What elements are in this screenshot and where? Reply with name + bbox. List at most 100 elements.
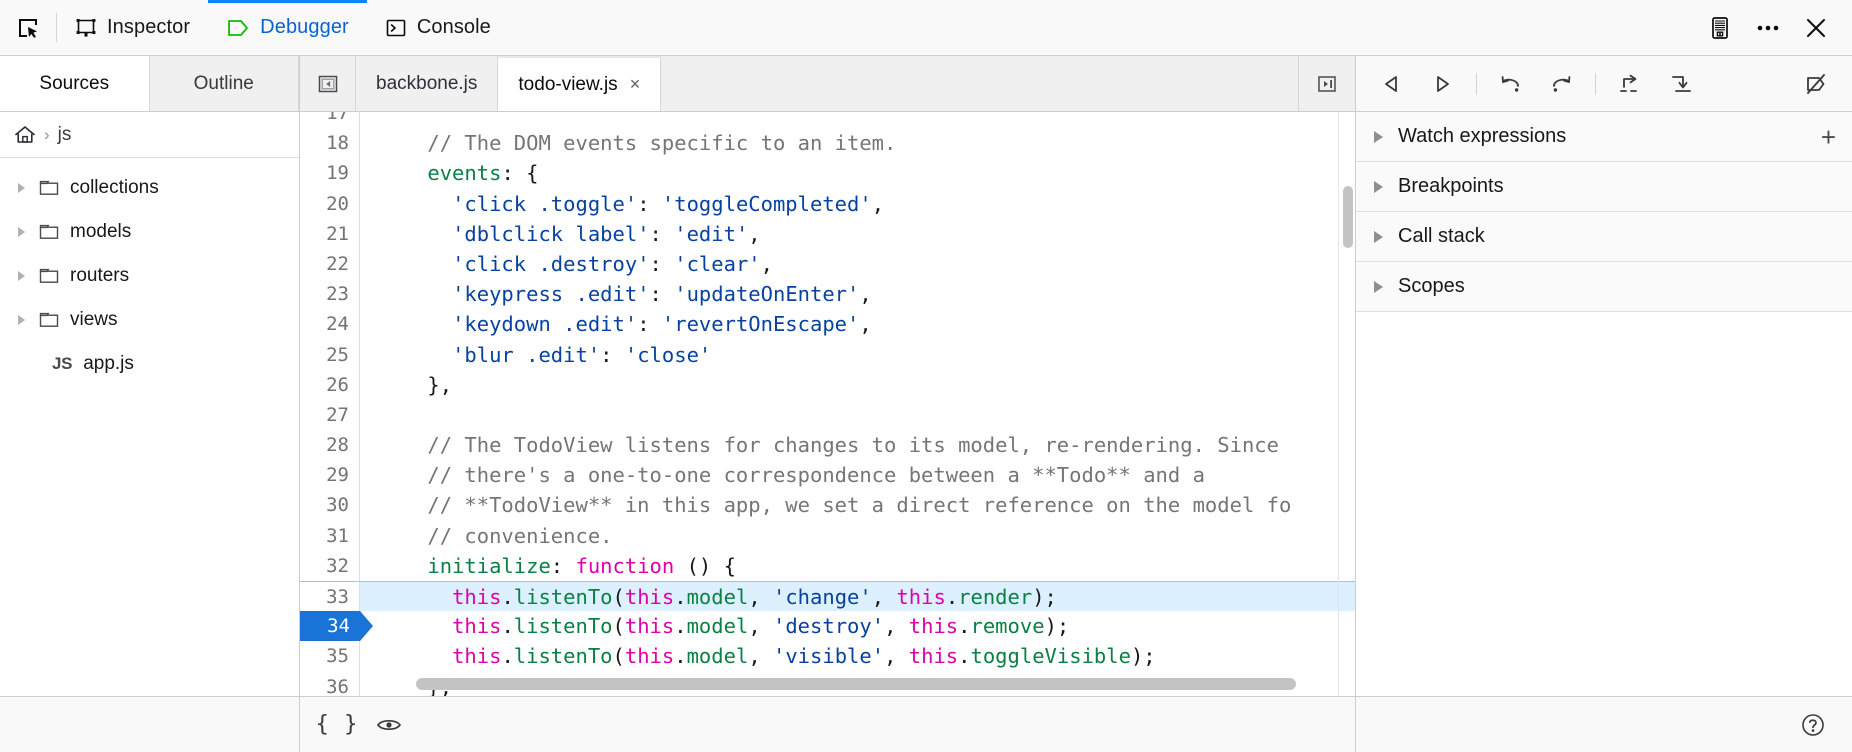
chevron-right-icon[interactable]: [14, 180, 30, 196]
code-line-text[interactable]: [360, 400, 1355, 430]
code-line-24[interactable]: 24 'keydown .edit': 'revertOnEscape',: [300, 309, 1355, 340]
code-line-20[interactable]: 20 'click .toggle': 'toggleCompleted',: [300, 188, 1355, 219]
line-number[interactable]: 27: [300, 399, 360, 431]
line-number[interactable]: 32: [300, 550, 360, 581]
code-line-35[interactable]: 35 this.listenTo(this.model, 'visible', …: [300, 641, 1355, 672]
step-in-button[interactable]: [1487, 62, 1535, 106]
tree-item-collections[interactable]: collections: [0, 166, 299, 210]
step-forward-button[interactable]: [1606, 62, 1654, 106]
code-line-21[interactable]: 21 'dblclick label': 'edit',: [300, 218, 1355, 249]
line-number[interactable]: 23: [300, 279, 360, 310]
code-line-text[interactable]: 'blur .edit': 'close': [360, 340, 1355, 370]
code-line-text[interactable]: // The DOM events specific to an item.: [360, 128, 1355, 158]
code-line-33[interactable]: 33 this.listenTo(this.model, 'change', t…: [300, 581, 1355, 612]
code-line-19[interactable]: 19 events: {: [300, 158, 1355, 189]
resume-button[interactable]: [1368, 62, 1416, 106]
code-line-text[interactable]: 'keypress .edit': 'updateOnEnter',: [360, 279, 1355, 309]
breakpoint-marker[interactable]: 34: [300, 611, 373, 642]
breadcrumb[interactable]: › js: [0, 112, 299, 158]
line-number[interactable]: 21: [300, 218, 360, 249]
tree-item-models[interactable]: models: [0, 210, 299, 254]
horizontal-scrollbar-track[interactable]: [360, 678, 1339, 690]
tab-console[interactable]: Console: [367, 0, 509, 55]
chevron-right-icon[interactable]: [1372, 280, 1386, 294]
source-tab-todo-view-js[interactable]: todo-view.js ×: [498, 56, 662, 111]
tab-sources[interactable]: Sources: [0, 56, 150, 111]
code-line-text[interactable]: 'click .destroy': 'clear',: [360, 249, 1355, 279]
line-number[interactable]: 30: [300, 490, 360, 521]
code-line-text[interactable]: },: [360, 370, 1355, 400]
tree-item-routers[interactable]: routers: [0, 254, 299, 298]
code-line-18[interactable]: 18 // The DOM events specific to an item…: [300, 128, 1355, 159]
tab-inspector[interactable]: Inspector: [57, 0, 208, 55]
code-line-text[interactable]: // The TodoView listens for changes to i…: [360, 430, 1355, 460]
code-line-17[interactable]: 17: [300, 112, 1355, 129]
code-line-text[interactable]: // **TodoView** in this app, we set a di…: [360, 490, 1355, 520]
code-line-text[interactable]: this.listenTo(this.model, 'destroy', thi…: [360, 611, 1355, 642]
line-number[interactable]: 33: [300, 582, 360, 612]
chevron-right-icon[interactable]: [14, 312, 30, 328]
code-line-27[interactable]: 27: [300, 399, 1355, 431]
pause-on-exceptions-button[interactable]: [366, 703, 412, 747]
step-down-button[interactable]: [1656, 62, 1704, 106]
help-button[interactable]: [1790, 703, 1836, 747]
tree-item-views[interactable]: views: [0, 298, 299, 342]
step-out-button[interactable]: [1537, 62, 1585, 106]
code-line-23[interactable]: 23 'keypress .edit': 'updateOnEnter',: [300, 279, 1355, 310]
close-devtools-button[interactable]: [1794, 6, 1838, 50]
code-line-text[interactable]: // convenience.: [360, 521, 1355, 551]
code-line-text[interactable]: 'keydown .edit': 'revertOnEscape',: [360, 309, 1355, 339]
chevron-right-icon[interactable]: [1372, 130, 1386, 144]
chevron-right-icon[interactable]: [1372, 230, 1386, 244]
section-breakpoints[interactable]: Breakpoints: [1356, 162, 1852, 212]
responsive-design-mode-button[interactable]: [1698, 6, 1742, 50]
code-line-30[interactable]: 30 // **TodoView** in this app, we set a…: [300, 490, 1355, 521]
code-line-text[interactable]: // there's a one-to-one correspondence b…: [360, 460, 1355, 490]
code-line-22[interactable]: 22 'click .destroy': 'clear',: [300, 248, 1355, 280]
tab-outline[interactable]: Outline: [150, 56, 299, 111]
line-number[interactable]: 28: [300, 430, 360, 461]
close-tab-icon[interactable]: ×: [630, 74, 641, 95]
line-number[interactable]: 36: [300, 671, 360, 696]
line-number[interactable]: 20: [300, 188, 360, 219]
code-line-25[interactable]: 25 'blur .edit': 'close': [300, 339, 1355, 370]
code-line-34[interactable]: 34 this.listenTo(this.model, 'destroy', …: [300, 611, 1355, 642]
code-editor[interactable]: 17 18 // The DOM events specific to an i…: [300, 112, 1355, 696]
add-watch-expression-icon[interactable]: +: [1821, 124, 1836, 150]
line-number[interactable]: 26: [300, 369, 360, 400]
line-number[interactable]: 29: [300, 460, 360, 491]
line-number[interactable]: 35: [300, 641, 360, 672]
toggle-sources-list-button[interactable]: [300, 56, 356, 111]
tab-debugger[interactable]: Debugger: [208, 0, 367, 55]
line-number[interactable]: 18: [300, 128, 360, 159]
section-scopes[interactable]: Scopes: [1356, 262, 1852, 312]
code-line-text[interactable]: this.listenTo(this.model, 'change', this…: [360, 582, 1355, 612]
line-number[interactable]: 17: [300, 112, 360, 129]
code-viewport[interactable]: 17 18 // The DOM events specific to an i…: [300, 112, 1355, 696]
code-line-29[interactable]: 29 // there's a one-to-one correspondenc…: [300, 460, 1355, 491]
line-number[interactable]: 24: [300, 309, 360, 340]
prettify-source-button[interactable]: { }: [314, 703, 360, 747]
code-line-text[interactable]: events: {: [360, 158, 1355, 188]
line-number[interactable]: 25: [300, 339, 360, 370]
element-picker-button[interactable]: [0, 0, 56, 55]
code-line-26[interactable]: 26 },: [300, 369, 1355, 400]
code-line-text[interactable]: 'click .toggle': 'toggleCompleted',: [360, 189, 1355, 219]
section-call-stack[interactable]: Call stack: [1356, 212, 1852, 262]
deactivate-breakpoints-button[interactable]: [1792, 62, 1840, 106]
line-number[interactable]: 22: [300, 248, 360, 280]
chevron-right-icon[interactable]: [14, 224, 30, 240]
code-line-text[interactable]: initialize: function () {: [360, 551, 1355, 581]
section-watch-expressions[interactable]: Watch expressions +: [1356, 112, 1852, 162]
code-line-31[interactable]: 31 // convenience.: [300, 520, 1355, 551]
code-line-32[interactable]: 32 initialize: function () {: [300, 550, 1355, 581]
code-line-text[interactable]: this.listenTo(this.model, 'visible', thi…: [360, 641, 1355, 671]
line-number[interactable]: 19: [300, 158, 360, 189]
code-line-28[interactable]: 28 // The TodoView listens for changes t…: [300, 430, 1355, 461]
chevron-right-icon[interactable]: [1372, 180, 1386, 194]
code-line-text[interactable]: 'dblclick label': 'edit',: [360, 219, 1355, 249]
horizontal-scrollbar[interactable]: [416, 678, 1296, 690]
step-over-button[interactable]: [1418, 62, 1466, 106]
vertical-scrollbar[interactable]: [1343, 186, 1353, 248]
source-tabs-dropdown-button[interactable]: [1299, 56, 1355, 111]
